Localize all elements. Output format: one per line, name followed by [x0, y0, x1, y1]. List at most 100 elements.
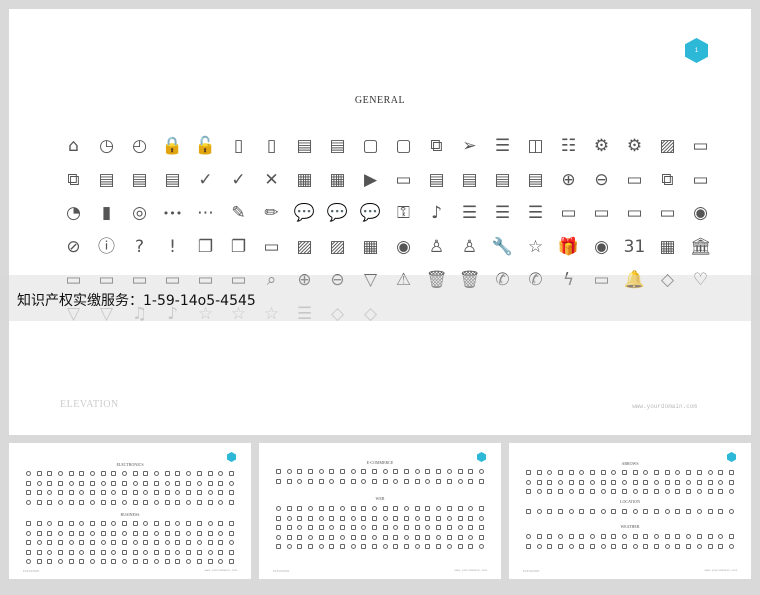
thumb-icon — [98, 538, 109, 548]
thumb-icon — [173, 479, 184, 489]
thumb-icon — [619, 487, 630, 497]
thumb-icon — [651, 542, 662, 552]
thumb-icon — [162, 529, 173, 539]
thumb-icon — [609, 507, 620, 517]
thumb-icon — [284, 467, 295, 477]
thumb-icon — [423, 542, 434, 552]
thumb-icon — [576, 542, 587, 552]
thumb-icon — [151, 538, 162, 548]
thumb-icon — [683, 487, 694, 497]
thumb-icon — [401, 514, 412, 524]
thumb-icon — [598, 487, 609, 497]
thumb-icon — [151, 519, 162, 529]
newspaper-alt-icon: ▤ — [527, 169, 544, 190]
clipboard-icon: ▤ — [131, 169, 148, 190]
thumb-icon — [151, 469, 162, 479]
thumb-icon — [34, 519, 45, 529]
thumb-icon — [205, 498, 216, 508]
thumb-icon — [87, 498, 98, 508]
thumb-icon — [141, 548, 152, 558]
thumb-icon-grid — [523, 468, 737, 497]
thumb-icon — [226, 488, 237, 498]
thumb-icon — [76, 488, 87, 498]
thumb-icon — [715, 507, 726, 517]
gear-icon: ⚙ — [593, 136, 610, 157]
thumb-icon — [673, 468, 684, 478]
thumb-icon — [455, 467, 466, 477]
thumb-icon — [359, 504, 370, 514]
thumb-icon — [683, 478, 694, 488]
pictures-icon: ▨ — [329, 236, 346, 257]
thumb-icon — [566, 532, 577, 542]
thumb-icon — [401, 533, 412, 543]
thumb-icon — [141, 498, 152, 508]
thumb-icon — [369, 467, 380, 477]
edit-icon: ✎ — [231, 203, 246, 224]
thumb-icon — [566, 542, 577, 552]
thumb-icon — [141, 519, 152, 529]
thumb-icon — [348, 533, 359, 543]
thumb-icon — [294, 514, 305, 524]
thumb-icon — [119, 557, 130, 567]
gear-alt-icon: ⚙ — [626, 136, 643, 157]
thumb-icon — [694, 532, 705, 542]
thumb-icon — [662, 542, 673, 552]
thumb-icon-grid — [273, 467, 487, 486]
thumb-icon — [348, 467, 359, 477]
thumb-icon — [98, 519, 109, 529]
thumb-icon — [423, 514, 434, 524]
thumb-icon — [130, 479, 141, 489]
thumb-icon — [534, 507, 545, 517]
thumb-icon — [523, 487, 534, 497]
thumb-icon — [619, 542, 630, 552]
thumb-icon — [23, 557, 34, 567]
eye-icon: ◉ — [594, 236, 609, 257]
thumb-icon — [109, 498, 120, 508]
thumb-icon — [109, 479, 120, 489]
thumb-icon — [412, 504, 423, 514]
check-circle-icon: ✓ — [231, 169, 246, 190]
thumb-icon — [348, 477, 359, 487]
thumbnail-slide[interactable]: ARROWS LOCATION WEATHER ELEVATION www.yo… — [509, 443, 751, 579]
thumbnail-slide[interactable]: E-COMMERCE WEB ELEVATION www.yourdomain.… — [259, 443, 501, 579]
thumb-icon — [662, 487, 673, 497]
folder-open-icon: ▭ — [593, 203, 610, 224]
thumb-footer-brand: ELEVATION — [23, 569, 40, 573]
thumbnail-slide[interactable]: ELECTRONICS BUSINESS ELEVATION www.yourd… — [9, 443, 251, 579]
thumb-icon — [162, 479, 173, 489]
thumb-icon — [34, 488, 45, 498]
thumb-icon — [34, 557, 45, 567]
plus-circle-icon: ⊕ — [561, 169, 576, 190]
thumb-icon — [465, 504, 476, 514]
thumb-icon — [151, 557, 162, 567]
thumb-icon — [141, 538, 152, 548]
info-icon: ⓘ — [98, 236, 115, 257]
thumb-icon — [348, 523, 359, 533]
thumb-icon — [66, 548, 77, 558]
thumb-icon — [523, 542, 534, 552]
thumb-icon-grid — [523, 507, 737, 517]
notebook-icon: ▯ — [233, 136, 244, 157]
main-slide[interactable]: 1 GENERAL ⌂ ◷ ◴ 🔒 🔓 ▯ ▯ ▤ ▤ ▢ ▢ ⧉ ➢ ☰ ◫ ☷ ⚙ ⚙ ▨ ▭ ⧉ ▤ ▤ ▤ ✓ ✓ ✕ ▦ ▦ ▶… — [9, 9, 751, 435]
thumb-icon — [87, 557, 98, 567]
thumb-icon — [544, 478, 555, 488]
thumb-icon — [555, 507, 566, 517]
thumb-icon — [523, 478, 534, 488]
thumb-icon — [476, 477, 487, 487]
thumb-section-label: BUSINESS — [120, 512, 140, 517]
thumb-icon — [359, 523, 370, 533]
thumb-icon — [44, 557, 55, 567]
thumb-icon — [205, 548, 216, 558]
thumb-icon — [294, 523, 305, 533]
thumb-icon — [130, 529, 141, 539]
folder-alt-icon: ▭ — [626, 203, 643, 224]
thumb-icon — [455, 542, 466, 552]
thumb-icon — [76, 538, 87, 548]
layers-icon: ▭ — [263, 236, 280, 257]
thumb-icon — [641, 468, 652, 478]
thumb-icon — [348, 514, 359, 524]
thumb-icon — [205, 529, 216, 539]
thumb-icon — [305, 542, 316, 552]
thumb-icon — [391, 504, 402, 514]
thumb-icon — [630, 478, 641, 488]
